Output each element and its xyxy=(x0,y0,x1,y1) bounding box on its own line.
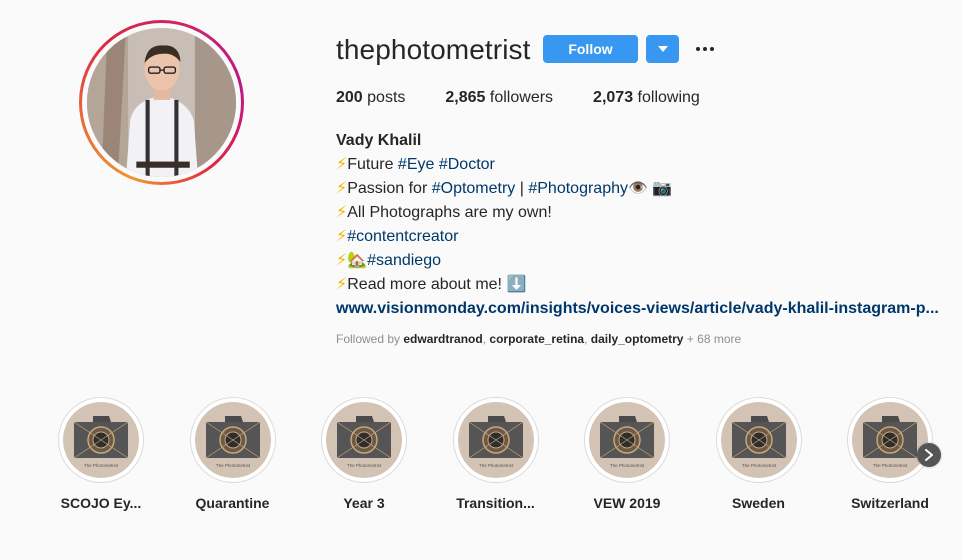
highlight-cover-image: The Photometrist xyxy=(326,402,402,478)
avatar-story-ring[interactable] xyxy=(79,20,244,185)
highlight-cover-text: The Photometrist xyxy=(478,463,513,468)
highlight-label: Switzerland xyxy=(851,495,929,511)
highlight-item[interactable]: The Photometrist VEW 2019 xyxy=(584,397,670,511)
highlight-cover-image: The Photometrist xyxy=(63,402,139,478)
chevron-right-icon xyxy=(925,449,933,461)
follower-username: daily_optometry xyxy=(590,332,684,346)
highlight-cover: The Photometrist xyxy=(847,397,933,483)
highlight-label: Year 3 xyxy=(343,495,385,511)
profile-page: thephotometrist Follow 200 posts 2,865 f… xyxy=(0,0,962,560)
highlight-cover-image: The Photometrist xyxy=(720,402,797,478)
highlight-item[interactable]: The Photometrist SCOJO Ey... xyxy=(58,397,144,511)
hashtag-link[interactable]: #Eye xyxy=(398,156,434,173)
highlight-cover-image: The Photometrist xyxy=(194,402,271,478)
camera-logo-icon: The Photometrist xyxy=(65,404,137,476)
highlight-cover-image: The Photometrist xyxy=(457,402,534,478)
hashtag-link[interactable]: #contentcreator xyxy=(347,228,458,245)
lightning-icon: ⚡ xyxy=(336,252,348,269)
hashtag-link[interactable]: #Photography xyxy=(528,180,628,197)
lightning-icon: ⚡ xyxy=(336,180,348,197)
highlight-item[interactable]: The Photometrist Transition... xyxy=(452,397,539,511)
following-label: following xyxy=(637,89,700,106)
highlight-item[interactable]: The Photometrist Sweden xyxy=(715,397,802,511)
eye-camera-emoji: 👁️ 📷 xyxy=(628,180,673,197)
more-options-button[interactable] xyxy=(692,36,718,62)
posts-count: 200 xyxy=(336,89,363,106)
bio-line: ⚡🏡#sandiego xyxy=(336,249,956,273)
story-highlights: The Photometrist SCOJO Ey... The Photometr… xyxy=(58,397,948,517)
highlight-cover: The Photometrist xyxy=(321,397,407,483)
camera-logo-icon: The Photometrist xyxy=(722,404,795,476)
highlight-item[interactable]: The Photometrist Quarantine xyxy=(189,397,276,511)
bio-line: ⚡Passion for #Optometry | #Photography👁️… xyxy=(336,180,673,197)
camera-logo-icon: The Photometrist xyxy=(591,404,663,476)
avatar-photo xyxy=(87,28,236,177)
highlight-label: Quarantine xyxy=(195,495,270,511)
profile-bio: Vady Khalil ⚡Future #Eye #Doctor ⚡Passio… xyxy=(336,129,956,321)
avatar xyxy=(87,28,236,177)
dot-icon xyxy=(696,47,700,51)
highlight-item[interactable]: The Photometrist Year 3 xyxy=(321,397,407,511)
follower-username: corporate_retina xyxy=(489,332,585,346)
lightning-icon: ⚡ xyxy=(336,156,348,173)
followers-stat[interactable]: 2,865 followers xyxy=(445,89,553,107)
highlight-cover-image: The Photometrist xyxy=(852,402,928,478)
lightning-icon: ⚡ xyxy=(336,276,348,293)
camera-logo-icon: The Photometrist xyxy=(459,404,532,476)
highlight-cover-text: The Photometrist xyxy=(215,463,250,468)
highlight-cover-text: The Photometrist xyxy=(84,463,119,468)
follower-username: edwardtranod xyxy=(403,332,483,346)
following-count: 2,073 xyxy=(593,89,634,106)
bio-line: ⚡Read more about me! ⬇️ xyxy=(336,276,527,293)
highlight-cover: The Photometrist xyxy=(189,397,276,483)
full-name: Vady Khalil xyxy=(336,132,422,149)
highlight-cover: The Photometrist xyxy=(584,397,670,483)
highlight-cover-text: The Photometrist xyxy=(610,463,645,468)
highlight-cover-text: The Photometrist xyxy=(347,463,382,468)
followers-count: 2,865 xyxy=(445,89,486,106)
hashtag-link[interactable]: #Doctor xyxy=(439,156,495,173)
followers-label: followers xyxy=(489,89,554,106)
suggested-accounts-button[interactable] xyxy=(646,35,679,63)
bio-line: ⚡#contentcreator xyxy=(336,225,956,249)
camera-logo-icon: The Photometrist xyxy=(854,404,926,476)
follow-button[interactable]: Follow xyxy=(543,35,638,63)
highlight-cover-image: The Photometrist xyxy=(589,402,665,478)
profile-stats: 200 posts 2,865 followers 2,073 followin… xyxy=(336,89,740,107)
lightning-icon: ⚡ xyxy=(336,228,348,245)
highlight-cover-text: The Photometrist xyxy=(741,463,776,468)
highlight-label: Transition... xyxy=(456,495,535,511)
highlights-next-button[interactable] xyxy=(917,443,941,467)
house-emoji: 🏡 xyxy=(347,252,368,269)
down-arrow-emoji: ⬇️ xyxy=(506,276,527,293)
bio-website-link[interactable]: www.visionmonday.com/insights/voices-vie… xyxy=(336,297,948,321)
posts-stat: 200 posts xyxy=(336,89,405,107)
camera-logo-icon: The Photometrist xyxy=(196,404,269,476)
lightning-icon: ⚡ xyxy=(336,204,348,221)
caret-down-icon xyxy=(657,46,668,52)
posts-label: posts xyxy=(367,89,406,106)
followed-by[interactable]: Followed by edwardtranod, corporate_reti… xyxy=(336,332,741,346)
hashtag-link[interactable]: #sandiego xyxy=(367,252,441,269)
bio-line: ⚡Future #Eye #Doctor xyxy=(336,156,495,173)
hashtag-link[interactable]: #Optometry xyxy=(432,180,516,197)
bio-line: ⚡All Photographs are my own! xyxy=(336,204,552,221)
highlight-label: VEW 2019 xyxy=(593,495,661,511)
dot-icon xyxy=(710,47,714,51)
profile-username: thephotometrist xyxy=(336,34,531,65)
highlight-cover-text: The Photometrist xyxy=(873,463,908,468)
highlight-cover: The Photometrist xyxy=(58,397,144,483)
following-stat[interactable]: 2,073 following xyxy=(593,89,700,107)
highlight-cover: The Photometrist xyxy=(452,397,539,483)
highlight-label: Sweden xyxy=(732,495,785,511)
highlight-label: SCOJO Ey... xyxy=(60,495,142,511)
highlight-cover: The Photometrist xyxy=(715,397,802,483)
camera-logo-icon: The Photometrist xyxy=(328,404,400,476)
dot-icon xyxy=(703,47,707,51)
